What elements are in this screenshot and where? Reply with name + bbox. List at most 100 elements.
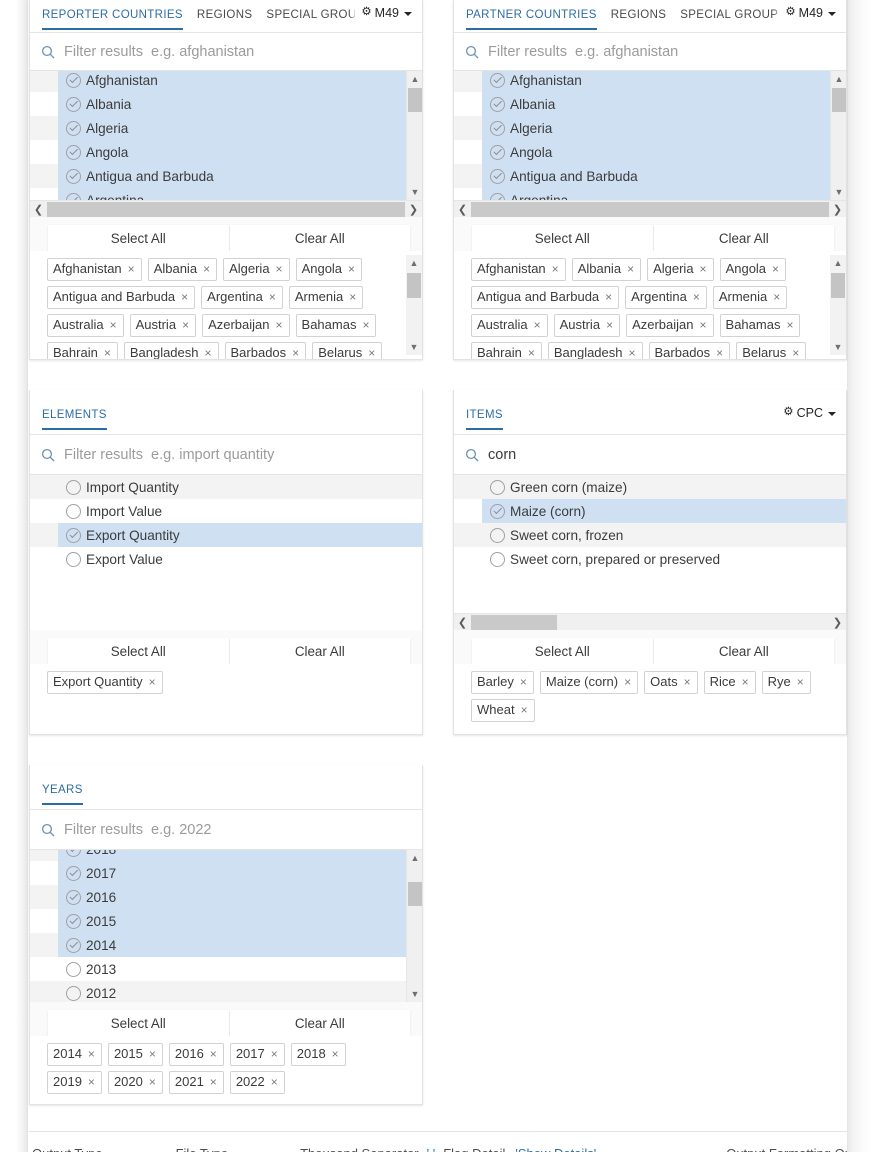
chevron-up-icon[interactable]: ▲ bbox=[830, 255, 846, 271]
partner-filter-input[interactable] bbox=[488, 43, 818, 60]
checkbox-unchecked-icon[interactable] bbox=[66, 503, 81, 519]
tab-partner-countries[interactable]: PARTNER COUNTRIES bbox=[466, 9, 597, 30]
years-options-list[interactable]: 2018 2017 2016 2015 bbox=[30, 850, 422, 1002]
tab-reporter-countries[interactable]: REPORTER COUNTRIES bbox=[42, 9, 183, 30]
checkbox-checked-icon[interactable] bbox=[66, 937, 81, 953]
close-icon[interactable]: × bbox=[520, 676, 527, 688]
checkbox-unchecked-icon[interactable] bbox=[490, 551, 505, 567]
close-icon[interactable]: × bbox=[368, 347, 375, 359]
chevron-up-icon[interactable]: ▲ bbox=[406, 255, 422, 271]
clear-all-button[interactable]: Clear All bbox=[229, 1010, 410, 1036]
checkbox-unchecked-icon[interactable] bbox=[490, 479, 505, 495]
list-item[interactable]: Import Quantity bbox=[30, 475, 422, 499]
chevron-right-icon[interactable]: ❯ bbox=[405, 201, 422, 218]
list-item[interactable]: Export Quantity bbox=[30, 523, 422, 547]
close-icon[interactable]: × bbox=[332, 1048, 339, 1060]
close-icon[interactable]: × bbox=[684, 676, 691, 688]
close-icon[interactable]: × bbox=[716, 347, 723, 359]
list-item[interactable]: Argentina bbox=[454, 188, 846, 200]
checkbox-checked-icon[interactable] bbox=[490, 168, 505, 184]
close-icon[interactable]: × bbox=[292, 347, 299, 359]
select-all-button[interactable]: Select All bbox=[472, 638, 653, 664]
years-list-vertical-scrollbar[interactable]: ▲ ▼ bbox=[406, 850, 422, 1002]
list-item[interactable]: Antigua and Barbuda bbox=[30, 164, 422, 188]
reporter-classification-button[interactable]: ⚙ M49 bbox=[355, 3, 419, 24]
list-item[interactable]: 2018 bbox=[30, 850, 422, 861]
select-all-button[interactable]: Select All bbox=[48, 638, 229, 664]
close-icon[interactable]: × bbox=[349, 291, 356, 303]
checkbox-unchecked-icon[interactable] bbox=[66, 479, 81, 495]
items-options-list[interactable]: Green corn (maize) Maize (corn) Sweet co… bbox=[454, 475, 846, 613]
list-item[interactable]: Afghanistan bbox=[30, 71, 422, 92]
close-icon[interactable]: × bbox=[210, 1076, 217, 1088]
close-icon[interactable]: × bbox=[606, 319, 613, 331]
close-icon[interactable]: × bbox=[205, 347, 212, 359]
chevron-up-icon[interactable]: ▲ bbox=[407, 71, 422, 87]
chevron-left-icon[interactable]: ❮ bbox=[454, 201, 471, 218]
scrollbar-thumb[interactable] bbox=[831, 273, 845, 298]
close-icon[interactable]: × bbox=[348, 263, 355, 275]
checkbox-unchecked-icon[interactable] bbox=[66, 985, 81, 1001]
reporter-list-vertical-scrollbar[interactable]: ▲ ▼ bbox=[406, 71, 422, 200]
close-icon[interactable]: × bbox=[362, 319, 369, 331]
list-item[interactable]: Import Value bbox=[30, 499, 422, 523]
scrollbar-thumb[interactable] bbox=[408, 882, 422, 906]
close-icon[interactable]: × bbox=[797, 676, 804, 688]
list-item[interactable]: Green corn (maize) bbox=[454, 475, 846, 499]
items-classification-button[interactable]: ⚙ CPC bbox=[777, 403, 843, 424]
items-filter-input[interactable] bbox=[488, 446, 818, 463]
close-icon[interactable]: × bbox=[181, 291, 188, 303]
close-icon[interactable]: × bbox=[269, 291, 276, 303]
list-item[interactable]: Afghanistan bbox=[454, 71, 846, 92]
list-item[interactable]: 2014 bbox=[30, 933, 422, 957]
list-item[interactable]: 2017 bbox=[30, 861, 422, 885]
chevron-up-icon[interactable]: ▲ bbox=[407, 850, 422, 866]
close-icon[interactable]: × bbox=[276, 263, 283, 275]
list-item[interactable]: Sweet corn, prepared or preserved bbox=[454, 547, 846, 571]
scrollbar-thumb[interactable] bbox=[471, 201, 829, 217]
close-icon[interactable]: × bbox=[624, 676, 631, 688]
select-all-button[interactable]: Select All bbox=[472, 225, 653, 251]
checkbox-checked-icon[interactable] bbox=[490, 96, 505, 112]
clear-all-button[interactable]: Clear All bbox=[653, 638, 834, 664]
elements-options-list[interactable]: Import Quantity Import Value Export Quan… bbox=[30, 475, 422, 630]
checkbox-checked-icon[interactable] bbox=[490, 120, 505, 136]
elements-filter-input[interactable] bbox=[64, 446, 394, 463]
list-item[interactable]: Maize (corn) bbox=[454, 499, 846, 523]
close-icon[interactable]: × bbox=[88, 1048, 95, 1060]
close-icon[interactable]: × bbox=[271, 1076, 278, 1088]
close-icon[interactable]: × bbox=[772, 263, 779, 275]
chevron-down-icon[interactable]: ▼ bbox=[831, 184, 846, 200]
scrollbar-thumb[interactable] bbox=[47, 201, 405, 217]
tab-partner-special-groups[interactable]: SPECIAL GROUPS bbox=[680, 9, 786, 28]
checkbox-checked-icon[interactable] bbox=[66, 96, 81, 112]
close-icon[interactable]: × bbox=[700, 263, 707, 275]
close-icon[interactable]: × bbox=[276, 319, 283, 331]
close-icon[interactable]: × bbox=[149, 1076, 156, 1088]
list-item[interactable]: Algeria bbox=[454, 116, 846, 140]
reporter-list-horizontal-scrollbar[interactable]: ❮ ❯ bbox=[30, 200, 422, 217]
checkbox-checked-icon[interactable] bbox=[66, 850, 81, 857]
close-icon[interactable]: × bbox=[786, 319, 793, 331]
close-icon[interactable]: × bbox=[104, 347, 111, 359]
partner-list-horizontal-scrollbar[interactable]: ❮ ❯ bbox=[454, 200, 846, 217]
close-icon[interactable]: × bbox=[627, 263, 634, 275]
chevron-down-icon[interactable]: ▼ bbox=[407, 986, 422, 1002]
tab-years[interactable]: YEARS bbox=[42, 784, 83, 805]
select-all-button[interactable]: Select All bbox=[48, 1010, 229, 1036]
list-item[interactable]: 2013 bbox=[30, 957, 422, 981]
chevron-up-icon[interactable]: ▲ bbox=[831, 71, 846, 87]
partner-classification-button[interactable]: ⚙ M49 bbox=[779, 3, 843, 24]
close-icon[interactable]: × bbox=[742, 676, 749, 688]
scrollbar-thumb[interactable] bbox=[407, 273, 421, 298]
tab-elements[interactable]: ELEMENTS bbox=[42, 409, 107, 430]
close-icon[interactable]: × bbox=[149, 1048, 156, 1060]
close-icon[interactable]: × bbox=[182, 319, 189, 331]
close-icon[interactable]: × bbox=[521, 704, 528, 716]
partner-list-vertical-scrollbar[interactable]: ▲ ▼ bbox=[830, 71, 846, 200]
list-item[interactable]: Sweet corn, frozen bbox=[454, 523, 846, 547]
checkbox-checked-icon[interactable] bbox=[490, 72, 505, 88]
partner-chips-vertical-scrollbar[interactable]: ▲ ▼ bbox=[830, 255, 846, 355]
scrollbar-thumb[interactable] bbox=[408, 88, 422, 112]
reporter-filter-input[interactable] bbox=[64, 43, 394, 60]
